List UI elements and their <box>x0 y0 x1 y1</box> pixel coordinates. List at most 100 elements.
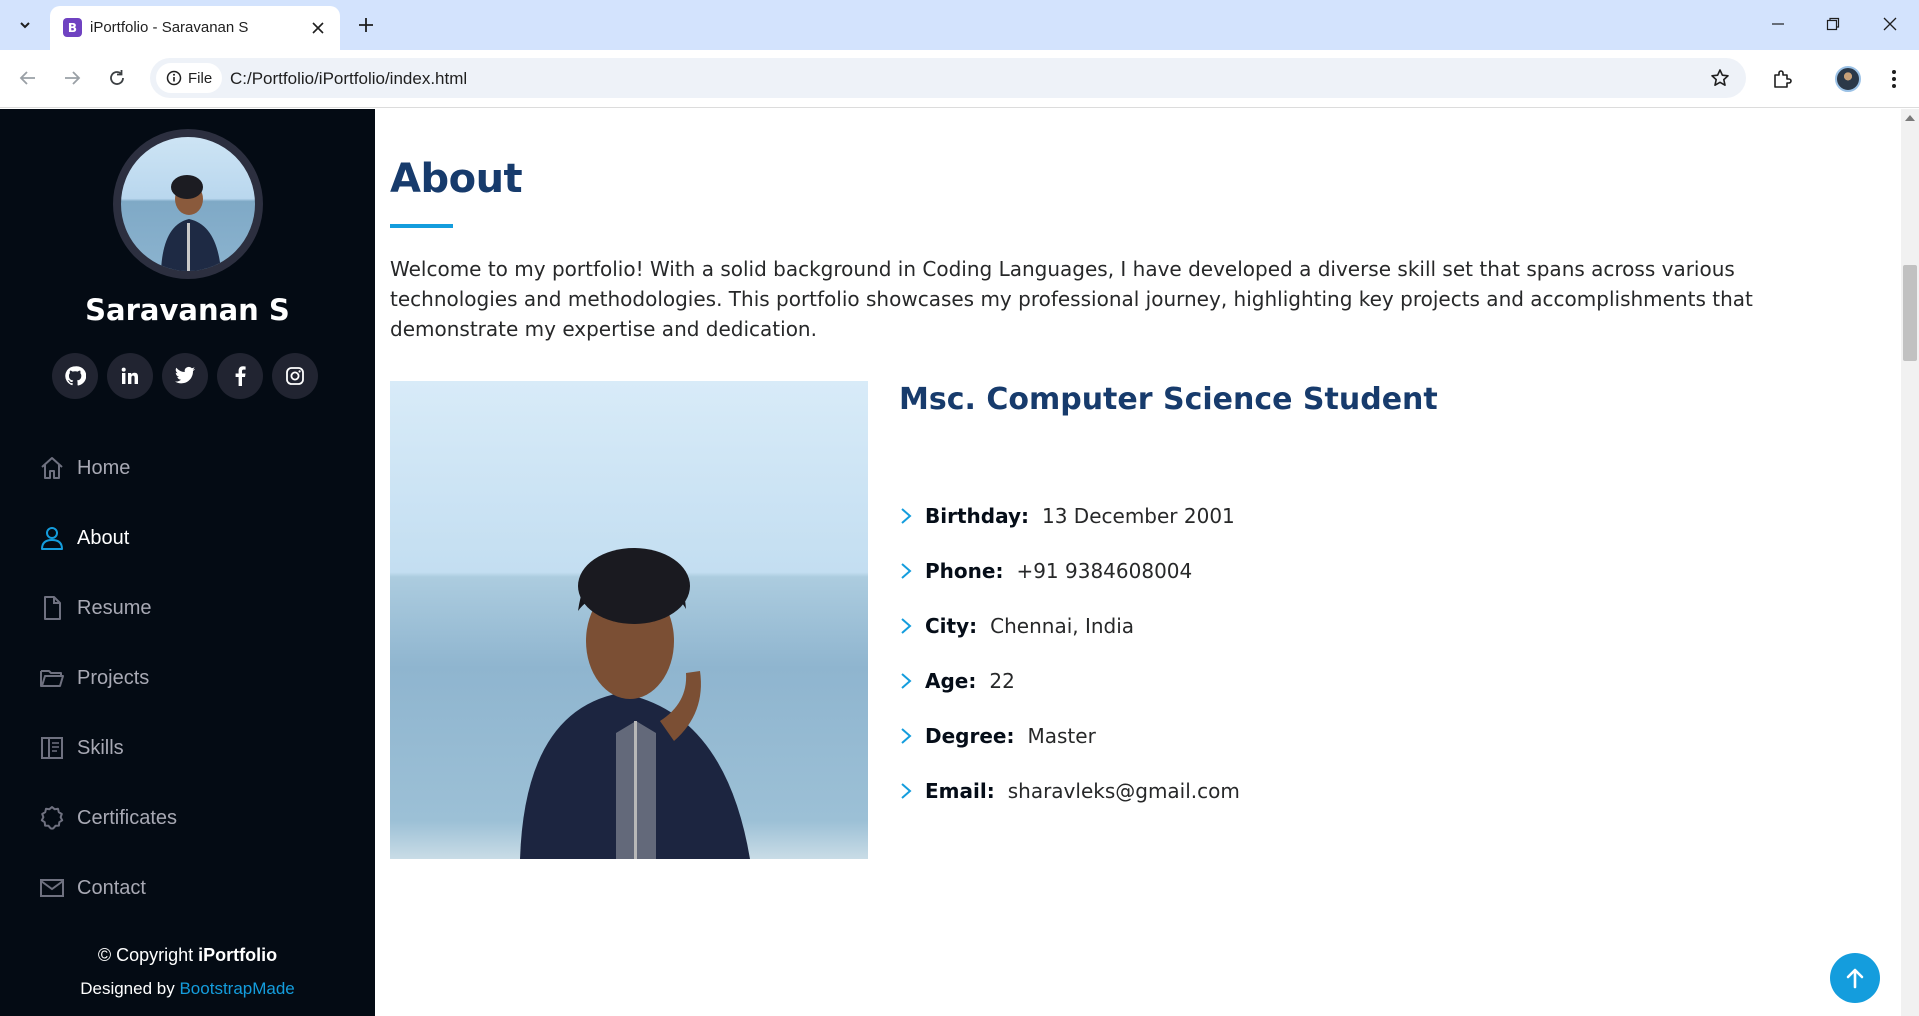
details-heading: Msc. Computer Science Student <box>899 382 1438 417</box>
person-icon <box>38 524 66 552</box>
reload-icon <box>110 70 124 85</box>
new-tab-button[interactable] <box>352 11 380 39</box>
close-window-button[interactable] <box>1868 8 1912 40</box>
instagram-icon <box>286 367 304 385</box>
instagram-link[interactable] <box>272 353 318 399</box>
github-icon <box>65 366 86 386</box>
person-photo-illustration <box>520 548 750 859</box>
browser-menu-button[interactable] <box>1878 63 1910 95</box>
detail-phone: Phone: +91 9384608004 <box>899 543 1240 598</box>
minimize-button[interactable] <box>1756 8 1800 40</box>
detail-label: Email: <box>925 778 995 803</box>
arrow-up-icon <box>1846 968 1864 989</box>
restore-icon <box>1826 17 1840 31</box>
chevron-right-icon <box>899 562 925 580</box>
folder-icon <box>38 664 66 692</box>
detail-label: City: <box>925 613 978 638</box>
detail-degree: Degree: Master <box>899 708 1240 763</box>
scroll-thumb[interactable] <box>1903 265 1917 361</box>
puzzle-icon <box>1774 70 1792 88</box>
chevron-right-icon <box>899 672 925 690</box>
nav-item-about[interactable]: About <box>0 503 375 573</box>
nav-item-label: Certificates <box>77 806 178 829</box>
nav-item-label: Contact <box>77 876 146 899</box>
nav-item-certificates[interactable]: Certificates <box>0 783 375 853</box>
detail-value: sharavleks@gmail.com <box>1007 778 1240 803</box>
copyright-prefix: © Copyright <box>97 945 194 965</box>
profile-photo <box>113 129 263 279</box>
credits-prefix: Designed by <box>80 979 175 998</box>
scroll-up-arrow-icon[interactable] <box>1905 115 1915 121</box>
restore-button[interactable] <box>1811 8 1855 40</box>
linkedin-icon <box>121 367 138 384</box>
browser-toolbar: File C:/Portfolio/iPortfolio/index.html <box>0 50 1919 108</box>
detail-label: Phone: <box>925 558 1004 583</box>
address-bar[interactable]: File C:/Portfolio/iPortfolio/index.html <box>150 58 1746 98</box>
nav-item-skills[interactable]: Skills <box>0 713 375 783</box>
page-scrollbar[interactable] <box>1901 109 1919 1016</box>
avatar <box>1835 66 1861 92</box>
nav-item-label: Projects <box>77 666 150 689</box>
nav-item-label: About <box>77 526 130 549</box>
back-to-top-button[interactable] <box>1830 953 1880 1003</box>
detail-value: 22 <box>989 668 1015 693</box>
tab-search-button[interactable] <box>9 12 41 38</box>
url-text[interactable]: C:/Portfolio/iPortfolio/index.html <box>230 69 467 89</box>
bootstrapmade-link[interactable]: BootstrapMade <box>179 979 294 998</box>
forward-button[interactable] <box>56 62 88 94</box>
title-underline <box>390 224 453 228</box>
profile-name: Saravanan S <box>85 293 290 327</box>
github-link[interactable] <box>52 353 98 399</box>
close-icon <box>312 22 324 34</box>
twitter-link[interactable] <box>162 353 208 399</box>
copyright-brand: iPortfolio <box>198 945 278 965</box>
extensions-button[interactable] <box>1766 63 1798 95</box>
detail-label: Birthday: <box>925 503 1029 528</box>
twitter-icon <box>174 366 196 384</box>
detail-value: +91 9384608004 <box>1016 558 1193 583</box>
nav-menu: Home About Resume Projects Skills Certif… <box>0 433 375 923</box>
sidebar: Saravanan S Home About Resume Projects S… <box>0 109 375 1016</box>
linkedin-link[interactable] <box>107 353 153 399</box>
facebook-icon <box>235 366 246 386</box>
info-icon <box>166 70 182 86</box>
copyright: © Copyright iPortfolio <box>0 945 375 966</box>
badge-icon <box>38 804 66 832</box>
nav-item-projects[interactable]: Projects <box>0 643 375 713</box>
profile-button[interactable] <box>1832 63 1864 95</box>
tab-title: iPortfolio - Saravanan S <box>90 19 249 36</box>
more-vertical-icon <box>1892 70 1896 88</box>
close-icon <box>1883 17 1897 31</box>
nav-item-resume[interactable]: Resume <box>0 573 375 643</box>
detail-age: Age: 22 <box>899 653 1240 708</box>
credits: Designed by BootstrapMade <box>0 979 375 999</box>
tab-close-button[interactable] <box>306 16 330 40</box>
detail-label: Degree: <box>925 723 1015 748</box>
book-icon <box>38 734 66 762</box>
browser-tab[interactable]: B iPortfolio - Saravanan S <box>50 6 340 50</box>
site-chip-label: File <box>188 69 213 87</box>
minimize-icon <box>1772 23 1784 25</box>
social-links <box>52 353 318 399</box>
bookmark-button[interactable] <box>1706 64 1734 92</box>
person-photo-illustration <box>161 175 221 271</box>
arrow-right-icon <box>65 71 81 85</box>
detail-email: Email: sharavleks@gmail.com <box>899 763 1240 818</box>
chevron-right-icon <box>899 782 925 800</box>
browser-tabstrip: B iPortfolio - Saravanan S <box>0 0 1919 50</box>
facebook-link[interactable] <box>217 353 263 399</box>
plus-icon <box>359 18 373 32</box>
detail-value: Chennai, India <box>990 613 1135 638</box>
home-icon <box>38 454 66 482</box>
nav-item-label: Resume <box>77 596 152 619</box>
back-button[interactable] <box>12 62 44 94</box>
detail-city: City: Chennai, India <box>899 598 1240 653</box>
reload-button[interactable] <box>101 62 133 94</box>
nav-item-contact[interactable]: Contact <box>0 853 375 923</box>
chevron-right-icon <box>899 507 925 525</box>
site-info-chip[interactable]: File <box>156 63 222 93</box>
detail-value: Master <box>1027 723 1096 748</box>
chevron-right-icon <box>899 727 925 745</box>
nav-item-home[interactable]: Home <box>0 433 375 503</box>
chevron-down-icon <box>20 22 30 29</box>
